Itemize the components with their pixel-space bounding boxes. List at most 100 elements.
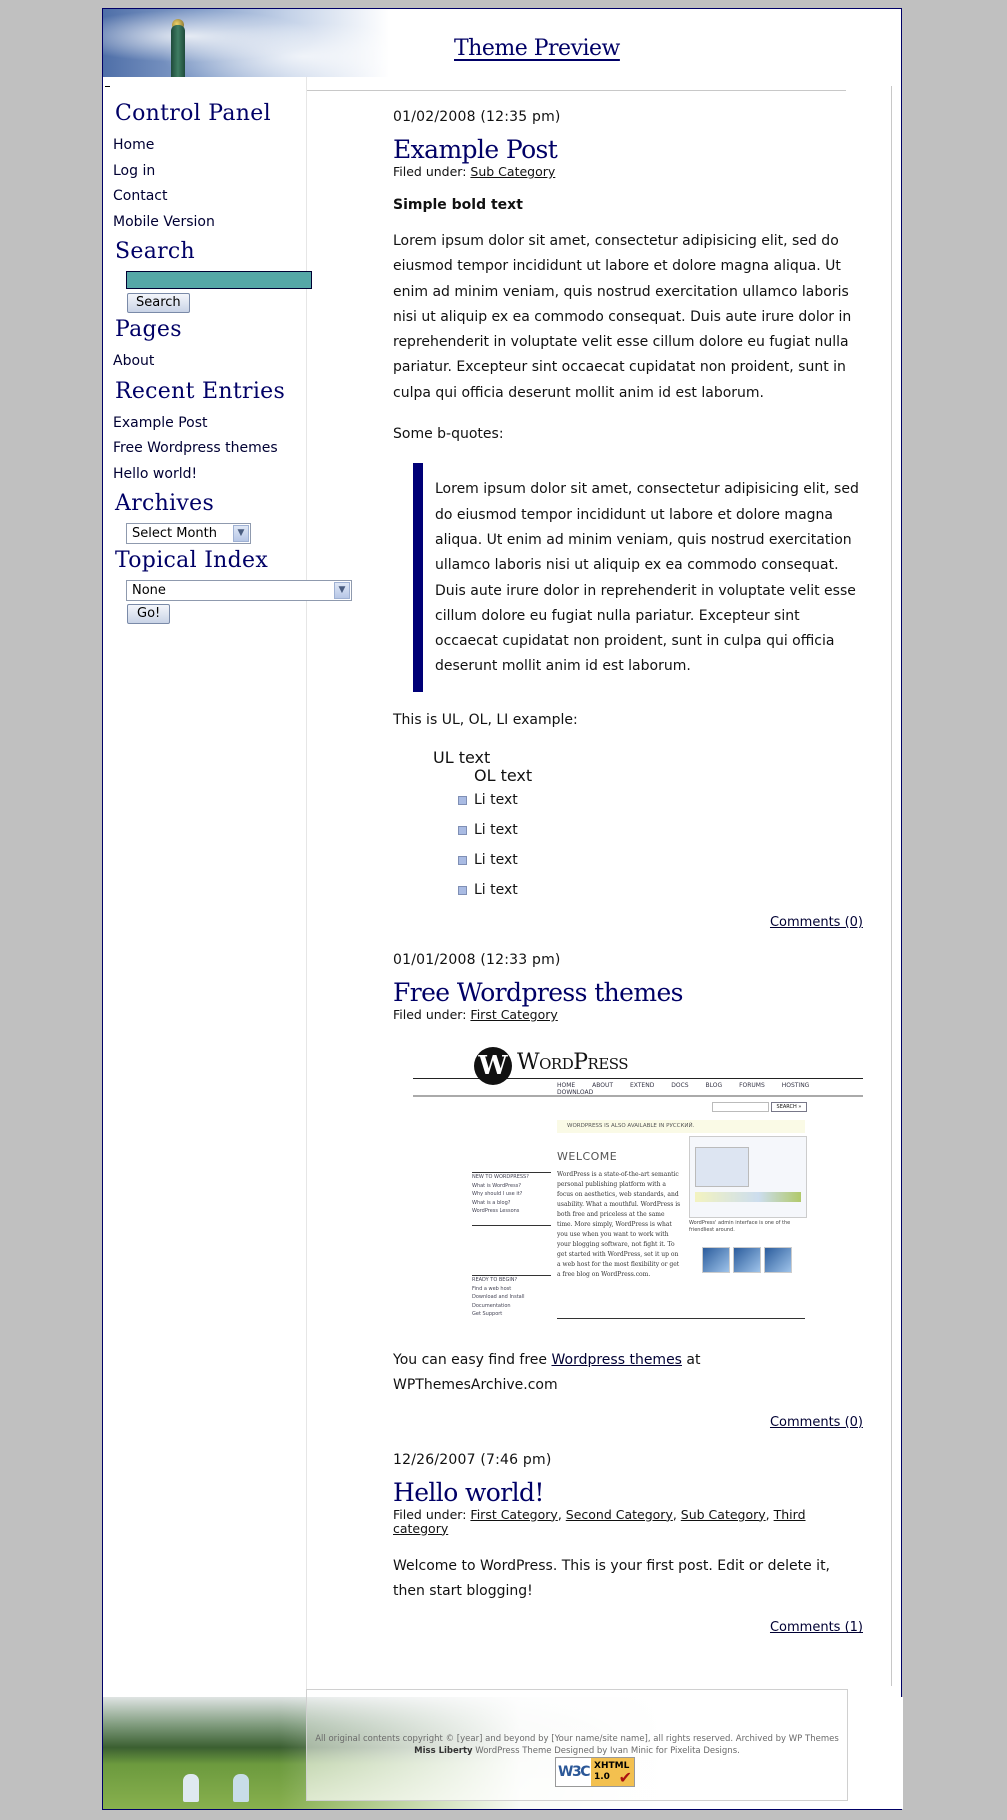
filed-under-label: Filed under:	[393, 164, 467, 179]
person-figure	[183, 1774, 199, 1802]
chevron-down-icon[interactable]: ▼	[233, 525, 249, 542]
image-side-item: What is a blog?	[472, 1199, 511, 1206]
topical-index-select[interactable]: None ▼	[126, 580, 352, 601]
site-title-link[interactable]: Theme Preview	[454, 36, 620, 61]
page-frame: Theme Preview Control Panel Home Log in …	[102, 8, 903, 1810]
category-link[interactable]: First Category	[470, 1507, 557, 1522]
footer-text: All original contents copyright © [year]…	[306, 1733, 848, 1757]
wordpress-themes-link[interactable]: Wordpress themes	[551, 1352, 682, 1368]
credit-text: WordPress Theme Designed by Ivan Minic f…	[472, 1746, 740, 1756]
image-nav-item: HOSTING	[781, 1082, 810, 1090]
list-item: Li text	[458, 785, 863, 815]
comments-link[interactable]: Comments (0)	[770, 1415, 863, 1430]
image-side-title: READY TO BEGIN?	[472, 1277, 518, 1284]
image-side-title: NEW TO WORDPRESS?	[472, 1174, 529, 1181]
post-categories: Filed under: Sub Category	[393, 165, 863, 179]
comments-row: Comments (0)	[393, 915, 863, 930]
post-text: You can easy find free	[393, 1352, 552, 1369]
sidebar-link-about[interactable]: About	[113, 349, 303, 375]
image-thumbnail	[702, 1247, 730, 1274]
post-paragraph: You can easy find free Wordpress themes …	[393, 1348, 863, 1399]
pages-widget: Pages About	[113, 315, 303, 375]
post-paragraph: Welcome to WordPress. This is your first…	[393, 1557, 831, 1599]
theme-name: Miss Liberty	[414, 1746, 473, 1756]
list-item: Li text	[458, 875, 863, 905]
image-thumbnail	[764, 1247, 792, 1274]
sidebar-link-login[interactable]: Log in	[113, 159, 303, 185]
image-side-box: READY TO BEGIN? Find a web host Download…	[472, 1275, 551, 1321]
image-rule	[557, 1318, 805, 1320]
statue-image	[171, 25, 185, 77]
post-title-link[interactable]: Hello world!	[393, 1478, 863, 1508]
comments-row: Comments (0)	[393, 1415, 863, 1430]
image-side-item: What is WordPress?	[472, 1182, 521, 1189]
image-side-item: WordPress Lessons	[472, 1208, 520, 1215]
footer-copyright: All original contents copyright © [year]…	[315, 1734, 839, 1744]
image-side-item: Why should I use it?	[472, 1191, 523, 1198]
sidebar-link-mobile-version[interactable]: Mobile Version	[113, 210, 303, 236]
bquote-intro: Some b-quotes:	[393, 426, 504, 443]
bold-text: Simple bold text	[393, 197, 523, 213]
recent-entries-heading: Recent Entries	[115, 378, 286, 404]
category-link[interactable]: First Category	[470, 1007, 557, 1022]
comments-row: Comments (1)	[393, 1620, 863, 1635]
go-button[interactable]: Go!	[127, 604, 171, 624]
chevron-down-icon[interactable]: ▼	[334, 582, 350, 599]
list-intro: This is UL, OL, LI example:	[393, 711, 578, 728]
example-lists: UL text OL text Li text Li text Li text …	[393, 749, 863, 905]
control-panel-heading: Control Panel	[115, 101, 271, 126]
image-search-field	[712, 1102, 769, 1113]
recent-entry-link[interactable]: Free Wordpress themes	[113, 436, 303, 462]
image-nav-item: HOME	[557, 1082, 576, 1090]
image-body-text: WordPress is a state-of-the-art semantic…	[557, 1171, 681, 1279]
header-divider	[306, 90, 846, 91]
image-side-item: Download and Install	[472, 1294, 525, 1301]
post: 01/02/2008 (12:35 pm) Example Post Filed…	[393, 109, 863, 930]
list-item-text: Li text	[474, 792, 518, 809]
image-notice: WORDPRESS IS ALSO AVAILABLE IN РУССКИЙ.	[557, 1120, 805, 1134]
list-item-text: Li text	[474, 882, 518, 899]
search-button[interactable]: Search	[127, 293, 190, 313]
list-item: Li text	[458, 815, 863, 845]
archives-widget: Archives Select Month ▼	[113, 489, 303, 544]
sidebar-link-home[interactable]: Home	[113, 133, 303, 159]
w3c-xhtml-badge[interactable]: W3C XHTML 1.0 ✔	[555, 1757, 635, 1787]
image-admin-window	[695, 1147, 749, 1188]
category-link[interactable]: Second Category	[566, 1507, 673, 1522]
search-widget: Search Search	[113, 237, 312, 313]
ul-text: UL text	[433, 748, 491, 768]
ol-text: OL text	[474, 766, 533, 786]
filed-under-label: Filed under:	[393, 1506, 467, 1522]
square-bullet-icon	[458, 796, 467, 806]
post-title-link[interactable]: Free Wordpress themes	[393, 978, 863, 1008]
comments-link[interactable]: Comments (1)	[770, 1620, 863, 1635]
sidebar-divider	[306, 77, 307, 1697]
post-categories: Filed under: First Category	[393, 1008, 863, 1022]
wordpress-logo-icon: W	[474, 1047, 512, 1086]
search-input[interactable]	[126, 271, 312, 289]
image-thumbnail	[733, 1247, 761, 1274]
decorative-tick	[105, 86, 110, 87]
image-side-item: Documentation	[472, 1302, 511, 1309]
post: 01/01/2008 (12:33 pm) Free Wordpress the…	[393, 952, 863, 1430]
recent-entry-link[interactable]: Hello world!	[113, 462, 303, 488]
post-date: 01/01/2008 (12:33 pm)	[393, 952, 561, 969]
search-heading: Search	[115, 239, 196, 264]
post-title-link[interactable]: Example Post	[393, 135, 863, 165]
image-caption: WordPress' admin interface is one of the…	[689, 1220, 791, 1234]
image-nav-item: BLOG	[705, 1082, 723, 1090]
post-date: 01/02/2008 (12:35 pm)	[393, 109, 561, 125]
image-side-item: Get Support	[472, 1311, 503, 1318]
list-item-text: Li text	[474, 822, 518, 839]
recent-entry-link[interactable]: Example Post	[113, 411, 303, 437]
image-search-button: SEARCH »	[771, 1102, 807, 1113]
wordpress-screenshot-image: W WordPress HOME ABOUT EXTEND DOCS BLOG …	[413, 1040, 863, 1321]
category-link[interactable]: Sub Category	[681, 1507, 766, 1522]
sidebar-link-contact[interactable]: Contact	[113, 184, 303, 210]
image-nav-item: FORUMS	[739, 1082, 765, 1090]
comments-link[interactable]: Comments (0)	[770, 915, 863, 930]
archives-select[interactable]: Select Month ▼	[126, 523, 251, 544]
post-categories: Filed under: First Category, Second Cate…	[393, 1506, 806, 1536]
category-link[interactable]: Sub Category	[470, 164, 555, 179]
image-side-item: Find a web host	[472, 1285, 512, 1292]
